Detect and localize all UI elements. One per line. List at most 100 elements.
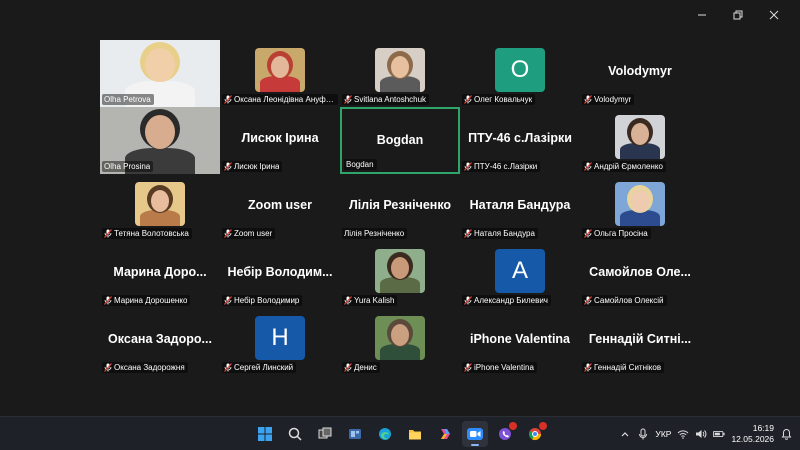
participant-tile[interactable]: Оксана Леонідівна Ануфрієва: [220, 40, 340, 107]
participant-tile[interactable]: ПТУ-46 с.Лазірки ПТУ-46 с.Лазірки: [460, 107, 580, 174]
zoom-button[interactable]: [462, 421, 488, 447]
muted-mic-icon: [584, 95, 592, 104]
participant-tile[interactable]: A Александр Билевич: [460, 241, 580, 308]
microphone-tray-button[interactable]: [637, 428, 649, 440]
participant-name: Olha Petrova: [104, 95, 151, 104]
folder-icon: [409, 430, 421, 440]
participant-name-label: Yura Kalish: [342, 295, 398, 306]
participant-name-label: Самойлов Олексій: [582, 295, 667, 306]
participant-display-name: Лисюк Ірина: [241, 131, 319, 145]
participant-tile[interactable]: Наталя Бандура Наталя Бандура: [460, 174, 580, 241]
participant-name: Volodymyr: [594, 95, 632, 104]
notification-badge: [539, 422, 547, 430]
participant-display-name: Самойлов Оле...: [589, 265, 691, 279]
battery-button[interactable]: [713, 428, 726, 440]
file-explorer-button[interactable]: [402, 421, 428, 447]
muted-mic-icon: [344, 363, 352, 372]
search-icon: [288, 427, 302, 441]
participant-tile[interactable]: Olha Petrova: [100, 40, 220, 107]
show-hidden-icons-button[interactable]: [619, 428, 631, 440]
participant-tile[interactable]: Bogdan Bogdan: [340, 107, 460, 174]
widgets-button[interactable]: [342, 421, 368, 447]
participant-tile[interactable]: Svitlana Antoshchuk: [340, 40, 460, 107]
participant-tile[interactable]: Марина Доро... Марина Дорошенко: [100, 241, 220, 308]
participant-tile[interactable]: Лілія Резніченко Лілія Резніченко: [340, 174, 460, 241]
participant-name-label: Zoom user: [222, 228, 276, 239]
participant-name: Олег Ковальчук: [474, 95, 533, 104]
muted-mic-icon: [584, 363, 592, 372]
participant-name-label: Марина Дорошенко: [102, 295, 191, 306]
participant-display-name: Volodymyr: [608, 64, 672, 78]
clock[interactable]: 16:19 12.05.2026: [731, 423, 774, 445]
participant-name: Svitlana Antoshchuk: [354, 95, 427, 104]
participant-name-label: Андрій Єрмоленко: [582, 161, 666, 172]
viber-button[interactable]: [492, 421, 518, 447]
participant-avatar: [255, 48, 305, 92]
participant-name-label: Оксана Задорожня: [102, 362, 188, 373]
participant-name: Yura Kalish: [354, 296, 395, 305]
participant-tile[interactable]: Тетяна Волотовська: [100, 174, 220, 241]
participant-tile[interactable]: H Сергей Линский: [220, 308, 340, 375]
participant-tile[interactable]: Небір Володим... Небір Володимир: [220, 241, 340, 308]
minimize-button[interactable]: [684, 6, 720, 24]
start-button[interactable]: [252, 421, 278, 447]
task-view-button[interactable]: [312, 421, 338, 447]
participant-initial-avatar: O: [495, 48, 545, 92]
notifications-button[interactable]: [780, 428, 792, 440]
restore-icon: [733, 10, 743, 20]
muted-mic-icon: [104, 229, 112, 238]
participant-initial-avatar: A: [495, 249, 545, 293]
participant-tile[interactable]: Денис: [340, 308, 460, 375]
participant-tile[interactable]: iPhone Valentina iPhone Valentina: [460, 308, 580, 375]
chrome-button[interactable]: [522, 421, 548, 447]
close-button[interactable]: [756, 6, 792, 24]
muted-mic-icon: [224, 229, 232, 238]
muted-mic-icon: [464, 363, 472, 372]
edge-icon: [379, 428, 391, 440]
participant-name-label: iPhone Valentina: [462, 362, 537, 373]
muted-mic-icon: [464, 296, 472, 305]
participant-display-name: ПТУ-46 с.Лазірки: [468, 131, 572, 145]
windows-icon: [258, 427, 272, 441]
task-view-icon: [318, 427, 332, 439]
participant-tile[interactable]: Yura Kalish: [340, 241, 460, 308]
copilot-button[interactable]: [432, 421, 458, 447]
minimize-icon: [698, 14, 706, 16]
participant-name-label: Olha Petrova: [102, 94, 154, 105]
participant-name-label: Лисюк Ірина: [222, 161, 283, 172]
muted-mic-icon: [224, 363, 232, 372]
restore-button[interactable]: [720, 6, 756, 24]
volume-button[interactable]: [695, 428, 707, 440]
participant-name: Оксана Леонідівна Ануфрієва: [234, 95, 335, 104]
participant-tile[interactable]: Геннадій Ситні... Геннадій Ситніков: [580, 308, 700, 375]
participant-tile[interactable]: Лисюк Ірина Лисюк Ірина: [220, 107, 340, 174]
participant-tile[interactable]: Оксана Задоро... Оксана Задорожня: [100, 308, 220, 375]
participant-name-label: Олег Ковальчук: [462, 94, 536, 105]
participant-name-label: Денис: [342, 362, 380, 373]
participant-tile[interactable]: Андрій Єрмоленко: [580, 107, 700, 174]
participant-avatar: [375, 48, 425, 92]
edge-button[interactable]: [372, 421, 398, 447]
participant-tile[interactable]: Ольга Просіна: [580, 174, 700, 241]
participant-name-label: Olha Prosina: [102, 161, 154, 172]
participant-tile[interactable]: Volodymyr Volodymyr: [580, 40, 700, 107]
participant-name-label: Наталя Бандура: [462, 228, 538, 239]
notification-badge: [509, 422, 517, 430]
participant-name-label: Лілія Резніченко: [342, 228, 408, 239]
participant-name: Лисюк Ірина: [234, 162, 280, 171]
participant-tile[interactable]: Самойлов Оле... Самойлов Олексій: [580, 241, 700, 308]
search-button[interactable]: [282, 421, 308, 447]
participant-avatar: [615, 115, 665, 159]
participant-name: Лілія Резніченко: [344, 229, 405, 238]
participant-tile[interactable]: Olha Prosina: [100, 107, 220, 174]
participant-tile[interactable]: O Олег Ковальчук: [460, 40, 580, 107]
chevron-up-icon: [621, 432, 629, 437]
speaker-icon: [696, 430, 707, 438]
wifi-button[interactable]: [677, 428, 689, 440]
participant-avatar: [375, 316, 425, 360]
participant-name-label: Александр Билевич: [462, 295, 551, 306]
participant-tile[interactable]: Zoom user Zoom user: [220, 174, 340, 241]
language-indicator[interactable]: УКР: [655, 429, 671, 439]
copilot-icon: [441, 429, 450, 439]
clock-date: 12.05.2026: [731, 434, 774, 444]
